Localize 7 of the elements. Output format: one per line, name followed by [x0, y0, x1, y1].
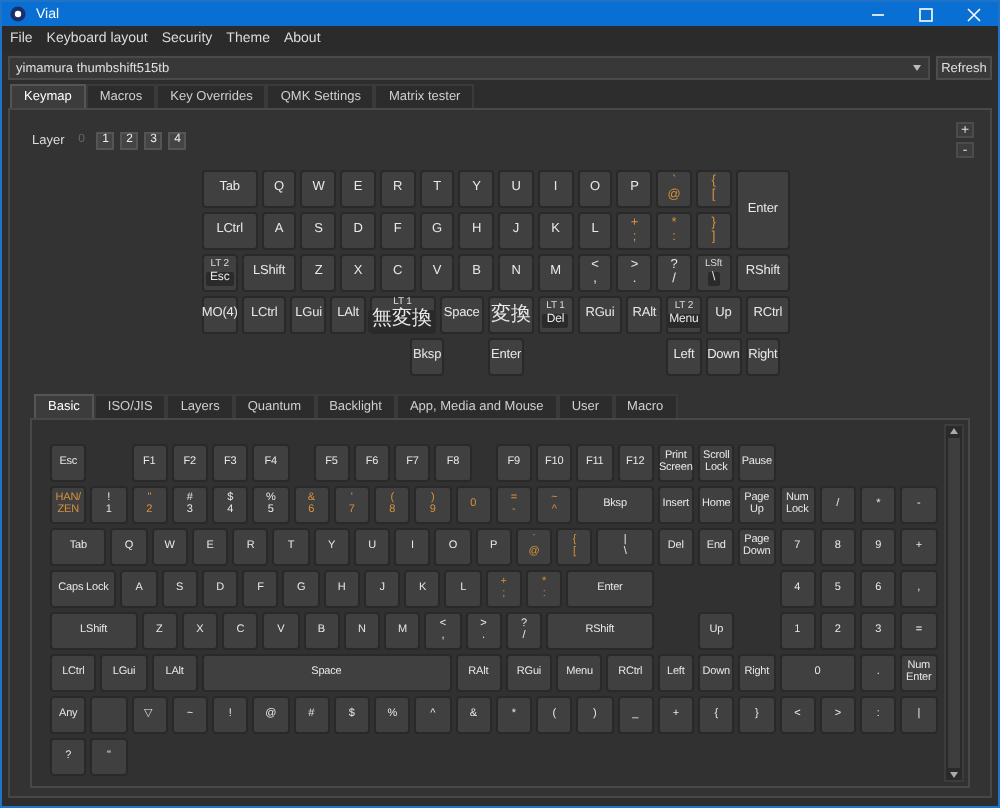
- close-button[interactable]: [964, 5, 984, 23]
- app-icon: [10, 6, 26, 22]
- key[interactable]: 変換: [488, 296, 534, 334]
- maximize-button[interactable]: [916, 5, 936, 23]
- key-legend: 無変換: [368, 309, 437, 332]
- caret-icon: [912, 64, 922, 72]
- scrollbar[interactable]: [944, 424, 964, 782]
